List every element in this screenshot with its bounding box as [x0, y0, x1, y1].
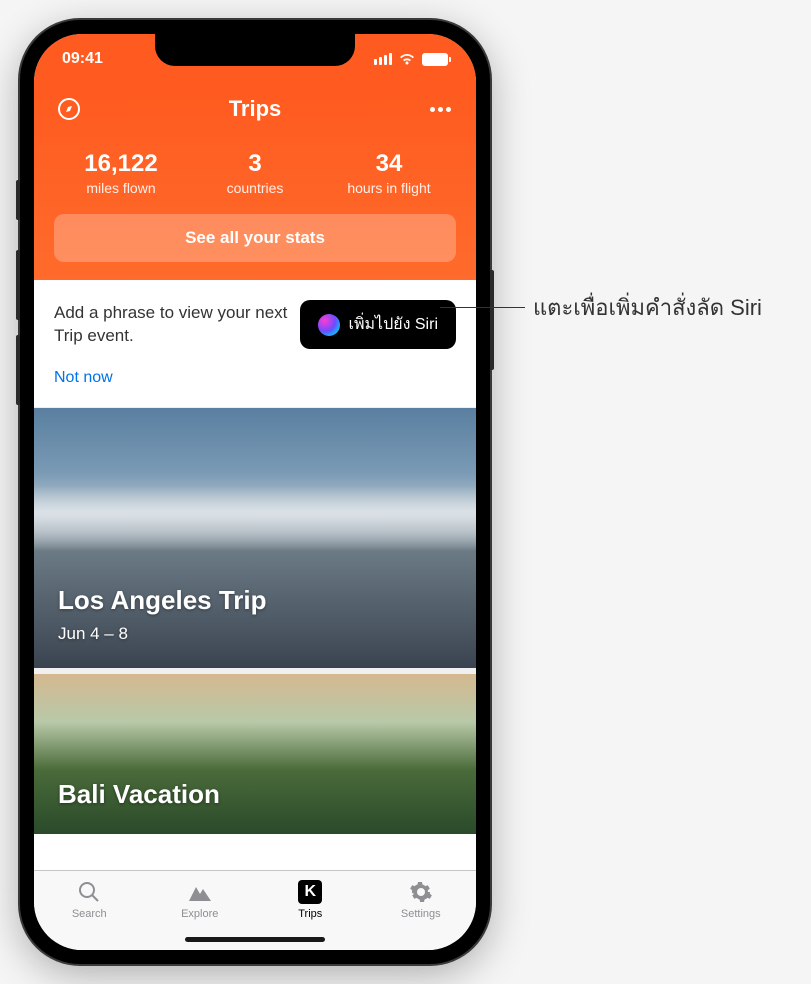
- page-title: Trips: [229, 96, 282, 122]
- trip-card-los-angeles[interactable]: Los Angeles Trip Jun 4 – 8: [34, 408, 476, 668]
- stat-label: miles flown: [54, 180, 188, 196]
- siri-icon: [318, 314, 340, 336]
- stat-value: 34: [322, 150, 456, 178]
- phone-frame: 09:41 Trips: [20, 20, 490, 964]
- callout: แตะเพื่อเพิ่มคำสั่งลัด Siri: [440, 290, 762, 325]
- tab-settings[interactable]: Settings: [366, 879, 477, 950]
- tab-label: Trips: [298, 908, 322, 920]
- siri-prompt-text: Add a phrase to view your next Trip even…: [54, 302, 288, 346]
- status-time: 09:41: [62, 50, 103, 68]
- screen: 09:41 Trips: [34, 34, 476, 950]
- stat-label: hours in flight: [322, 180, 456, 196]
- battery-icon: [422, 53, 448, 66]
- stats-row: 16,122 miles flown 3 countries 34 hours …: [54, 134, 456, 214]
- mountain-icon: [187, 879, 213, 905]
- gear-icon: [409, 879, 433, 905]
- volume-up-button: [16, 250, 20, 320]
- content-scroll[interactable]: Trips 16,122 miles flown 3 countries: [34, 84, 476, 870]
- header: Trips 16,122 miles flown 3 countries: [34, 84, 476, 280]
- stat-miles: 16,122 miles flown: [54, 150, 188, 196]
- wifi-icon: [398, 53, 416, 66]
- nav-row: Trips: [54, 84, 456, 134]
- trip-dates: Jun 4 – 8: [58, 624, 452, 644]
- compass-icon[interactable]: [54, 97, 84, 121]
- not-now-button[interactable]: Not now: [54, 361, 456, 387]
- callout-text: แตะเพื่อเพิ่มคำสั่งลัด Siri: [533, 290, 762, 325]
- stat-value: 16,122: [54, 150, 188, 178]
- siri-card: Add a phrase to view your next Trip even…: [34, 280, 476, 408]
- app-k-icon: K: [298, 879, 322, 905]
- stat-label: countries: [188, 180, 322, 196]
- add-to-siri-button[interactable]: เพิ่มไปยัง Siri: [300, 300, 456, 349]
- trip-title: Los Angeles Trip: [58, 585, 452, 616]
- volume-down-button: [16, 335, 20, 405]
- trip-card-bali[interactable]: Bali Vacation: [34, 674, 476, 834]
- siri-button-label: เพิ่มไปยัง Siri: [348, 312, 438, 337]
- stat-value: 3: [188, 150, 322, 178]
- tab-label: Search: [72, 908, 107, 920]
- see-stats-button[interactable]: See all your stats: [54, 214, 456, 262]
- cellular-icon: [374, 53, 392, 65]
- stat-hours: 34 hours in flight: [322, 150, 456, 196]
- callout-line: [440, 307, 525, 308]
- tab-bar: Search Explore K Trips Settings: [34, 870, 476, 950]
- stat-countries: 3 countries: [188, 150, 322, 196]
- tab-search[interactable]: Search: [34, 879, 145, 950]
- mute-switch: [16, 180, 20, 220]
- status-indicators: [374, 53, 448, 66]
- tab-label: Settings: [401, 908, 441, 920]
- notch: [155, 34, 355, 66]
- home-indicator[interactable]: [185, 937, 325, 942]
- tab-label: Explore: [181, 908, 218, 920]
- search-icon: [77, 879, 101, 905]
- trip-title: Bali Vacation: [58, 779, 452, 810]
- more-icon[interactable]: [426, 107, 456, 112]
